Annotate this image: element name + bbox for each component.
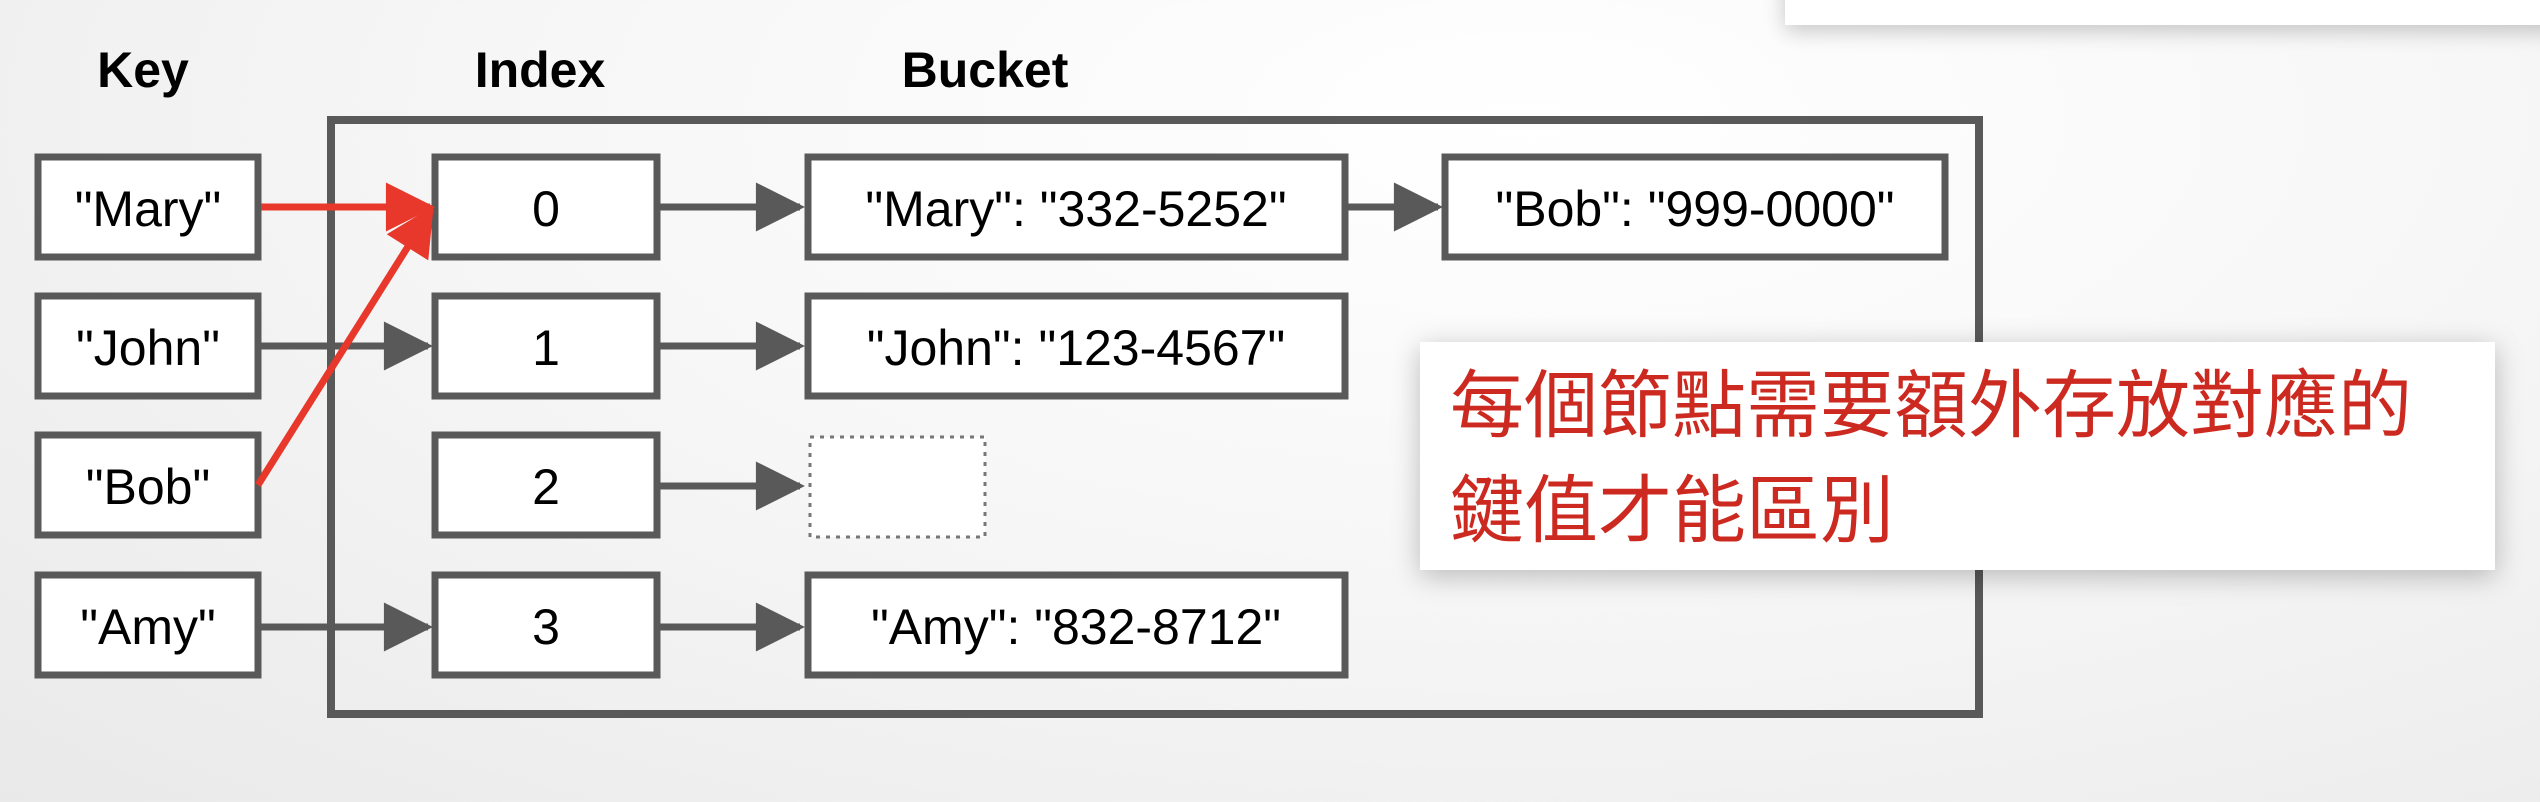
index-box-1: 1 — [431, 292, 661, 400]
bucket-entry-label: "Amy": "832-8712" — [871, 599, 1281, 655]
key-box-bob: "Bob" — [34, 431, 262, 539]
index-header: Index — [475, 42, 606, 98]
index-box-3: 3 — [431, 571, 661, 679]
key-label: "Bob" — [86, 459, 210, 515]
bucket-entry-label: "John": "123-4567" — [867, 320, 1286, 376]
key-box-amy: "Amy" — [34, 571, 262, 679]
key-label: "Mary" — [75, 181, 222, 237]
index-box-2: 2 — [431, 431, 661, 539]
index-label: 2 — [532, 459, 560, 515]
index-label: 3 — [532, 599, 560, 655]
bucket-entry-label: "Mary": "332-5252" — [865, 181, 1286, 237]
index-box-0: 0 — [431, 153, 661, 261]
bucket-entry-bob: "Bob": "999-0000" — [1441, 153, 1949, 261]
bucket-header: Bucket — [902, 42, 1069, 98]
key-box-mary: "Mary" — [34, 153, 262, 261]
index-label: 0 — [532, 181, 560, 237]
key-header: Key — [97, 42, 189, 98]
bucket-entry-john: "John": "123-4567" — [804, 292, 1349, 400]
annotation-text: 每個節點需要額外存放對應的鍵值才能區別 — [1450, 363, 2412, 554]
key-box-john: "John" — [34, 292, 262, 400]
bucket-entry-label: "Bob": "999-0000" — [1495, 181, 1894, 237]
bucket-entry-amy: "Amy": "832-8712" — [804, 571, 1349, 679]
index-label: 1 — [532, 320, 560, 376]
empty-bucket-placeholder — [808, 435, 987, 539]
annotation-callout: 每個節點需要額外存放對應的鍵值才能區別 — [1420, 342, 2495, 570]
bucket-entry-mary: "Mary": "332-5252" — [804, 153, 1349, 261]
key-label: "Amy" — [80, 599, 216, 655]
key-label: "John" — [76, 320, 220, 376]
